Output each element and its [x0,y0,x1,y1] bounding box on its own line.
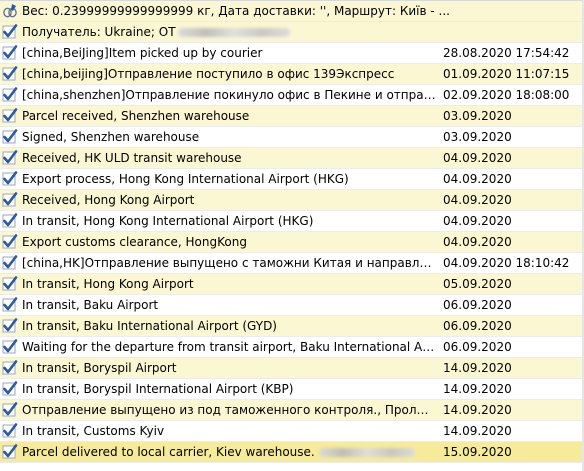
shipment-info-text: Вес: 0.23999999999999999 кг, Дата достав… [22,4,450,18]
tracking-event-row[interactable]: In transit, Hong Kong International Airp… [0,211,584,232]
check-icon [2,192,18,207]
event-date: 02.09.2020 18:08:00 [443,88,570,102]
event-date: 28.08.2020 17:54:42 [443,46,570,60]
check-icon [2,129,18,144]
check-icon [2,255,18,270]
tracking-event-row[interactable]: Waiting for the departure from transit a… [0,337,584,358]
check-icon [2,87,18,102]
event-description: Signed, Shenzhen warehouse [22,130,200,144]
tracking-event-row[interactable]: Export process, Hong Kong International … [0,169,584,190]
check-icon [2,24,18,39]
tracking-event-row[interactable]: In transit, Hong Kong Airport 05.09.2020 [0,274,584,295]
event-date: 03.09.2020 [443,109,512,123]
check-icon [2,45,18,60]
recipient-row[interactable]: Получатель: Ukraine; ОТ [0,22,584,43]
event-date: 03.09.2020 [443,130,512,144]
event-description: Received, Hong Kong Airport [22,193,195,207]
check-icon [2,402,18,417]
check-icon [2,171,18,186]
event-description: In transit, Baku Airport [22,298,159,312]
event-description: Parcel delivered to local carrier, Kiev … [22,445,315,459]
event-description: In transit, Boryspil International Airpo… [22,382,294,396]
event-description: Received, HK ULD transit warehouse [22,151,242,165]
event-description: [china,beijing]Отправление поступило в о… [22,67,395,81]
event-description: Отправление выпущено из под таможенного … [22,403,436,417]
check-icon [2,444,18,459]
event-date: 14.09.2020 [443,424,512,438]
tracking-event-row[interactable]: In transit, Boryspil Airport 14.09.2020 [0,358,584,379]
event-date: 14.09.2020 [443,382,512,396]
event-description: In transit, Hong Kong International Airp… [22,214,314,228]
check-icon [2,66,18,81]
event-description: [china,shenzhen]Отправление покинуло офи… [22,88,436,102]
pin-link-icon [3,4,17,18]
check-icon [2,276,18,291]
event-description: In transit, Hong Kong Airport [22,277,194,291]
event-date: 01.09.2020 11:07:15 [443,67,570,81]
tracking-event-row[interactable]: Received, HK ULD transit warehouse 04.09.… [0,148,584,169]
info-row[interactable]: Вес: 0.23999999999999999 кг, Дата достав… [0,1,584,22]
event-date: 14.09.2020 [443,361,512,375]
event-description: In transit, Baku International Airport (… [22,319,277,333]
tracking-event-row[interactable]: In transit, Boryspil International Airpo… [0,379,584,400]
tracking-event-row[interactable]: Received, Hong Kong Airport 04.09.2020 [0,190,584,211]
check-icon [2,318,18,333]
event-date: 06.09.2020 [443,319,512,333]
event-description: In transit, Customs Kyiv [22,424,165,438]
check-icon [2,108,18,123]
tracking-event-row[interactable]: [china,beijing]Отправление поступило в о… [0,64,584,85]
tracking-event-row[interactable]: Parcel delivered to local carrier, Kiev … [0,442,584,463]
tracking-event-row[interactable]: [china,shenzhen]Отправление покинуло офи… [0,85,584,106]
tracking-event-row[interactable]: Parcel received, Shenzhen warehouse 03.09… [0,106,584,127]
tracking-event-row[interactable]: [china,BeiJing]Item picked up by courier… [0,43,584,64]
event-description: Export process, Hong Kong International … [22,172,349,186]
tracking-event-row[interactable]: In transit, Baku International Airport (… [0,316,584,337]
redacted-text [318,448,415,457]
check-icon [2,234,18,249]
tracking-event-row[interactable]: Отправление выпущено из под таможенного … [0,400,584,421]
event-description: [china,BeiJing]Item picked up by courier [22,46,263,60]
tracking-event-row[interactable]: In transit, Customs Kyiv 14.09.2020 [0,421,584,442]
event-description: Parcel received, Shenzhen warehouse [22,109,250,123]
event-date: 04.09.2020 [443,235,512,249]
event-date: 04.09.2020 [443,172,512,186]
redacted-recipient-name [177,28,290,37]
event-date: 04.09.2020 [443,193,512,207]
event-date: 04.09.2020 [443,214,512,228]
check-icon [2,423,18,438]
tracking-event-row[interactable]: Export customs clearance, HongKong 04.09.… [0,232,584,253]
event-date: 05.09.2020 [443,277,512,291]
event-date: 04.09.2020 [443,151,512,165]
event-date: 15.09.2020 [443,445,512,459]
check-icon [2,297,18,312]
check-icon [2,213,18,228]
check-icon [2,339,18,354]
check-icon [2,360,18,375]
event-date: 04.09.2020 18:10:42 [443,256,570,270]
event-description: [china,HK]Отправление выпущено с таможни… [22,256,436,270]
event-date: 14.09.2020 [443,403,512,417]
tracking-event-row[interactable]: In transit, Baku Airport 06.09.2020 [0,295,584,316]
tracking-event-row[interactable]: Signed, Shenzhen warehouse 03.09.2020 [0,127,584,148]
recipient-text: Получатель: Ukraine; ОТ [22,25,176,39]
event-date: 06.09.2020 [443,298,512,312]
tracking-event-row[interactable]: [china,HK]Отправление выпущено с таможни… [0,253,584,274]
event-description: Export customs clearance, HongKong [22,235,247,249]
event-description: In transit, Boryspil Airport [22,361,177,375]
check-icon [2,381,18,396]
check-icon [2,150,18,165]
tracking-history-list[interactable]: Вес: 0.23999999999999999 кг, Дата достав… [0,0,584,471]
event-date: 06.09.2020 [443,340,512,354]
event-description: Waiting for the departure from transit a… [22,340,436,354]
